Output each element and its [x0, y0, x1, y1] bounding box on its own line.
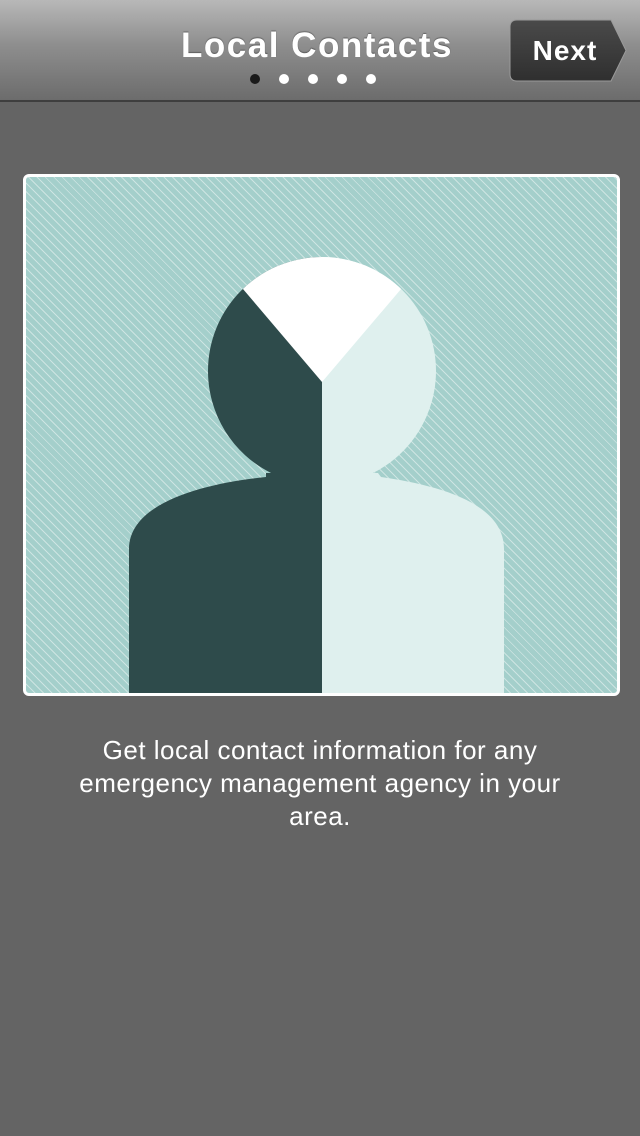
page-indicator — [250, 74, 376, 84]
person-silhouette-icon — [129, 257, 504, 693]
feature-illustration — [23, 174, 620, 696]
navigation-bar: Local Contacts Next — [0, 0, 640, 102]
next-button-label: Next — [532, 35, 598, 66]
page-dot-4 — [337, 74, 347, 84]
page-dot-3 — [308, 74, 318, 84]
page-dot-2 — [279, 74, 289, 84]
page-dot-5 — [366, 74, 376, 84]
next-button[interactable]: Next — [509, 19, 627, 82]
page-dot-1 — [250, 74, 260, 84]
feature-description: Get local contact information for any em… — [79, 735, 561, 831]
